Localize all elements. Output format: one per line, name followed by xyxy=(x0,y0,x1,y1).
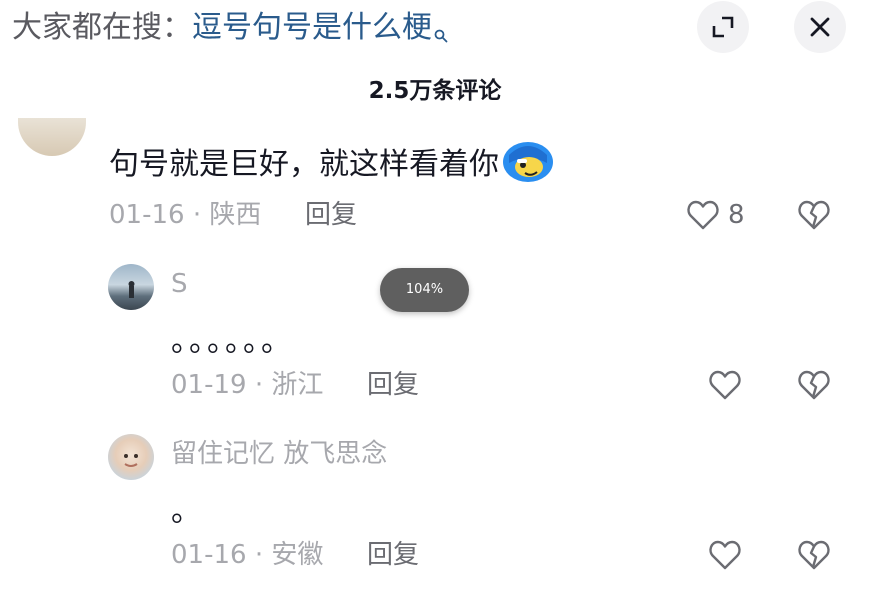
dislike-button[interactable] xyxy=(797,538,831,572)
meta-separator: · xyxy=(246,540,272,570)
zoom-indicator: 104% xyxy=(380,268,469,312)
search-icon xyxy=(434,12,448,43)
comment-text: 。。。。。。 xyxy=(171,324,294,359)
heart-icon xyxy=(686,200,720,236)
broken-heart-icon xyxy=(797,540,831,576)
username[interactable]: 留住记忆 放飞思念 xyxy=(171,436,387,472)
comment-date: 01-19 xyxy=(171,370,247,400)
comment-location: 陕西 xyxy=(209,200,262,230)
comment-meta: 01-16 · 陕西 xyxy=(109,197,261,233)
like-button[interactable] xyxy=(686,198,720,232)
heart-icon xyxy=(708,540,742,576)
emoji-sticker-icon xyxy=(501,137,555,194)
search-suggestion[interactable]: 大家都在搜：逗号句号是什么梗 xyxy=(12,6,448,50)
close-button[interactable] xyxy=(794,1,846,53)
avatar[interactable] xyxy=(18,118,86,156)
meta-separator: · xyxy=(246,370,272,400)
expand-button[interactable] xyxy=(697,1,749,53)
like-button[interactable] xyxy=(708,538,742,572)
close-icon xyxy=(808,15,832,39)
username[interactable]: S xyxy=(171,266,188,302)
reply-button[interactable]: 回复 xyxy=(367,537,419,573)
like-button[interactable] xyxy=(708,368,742,402)
meta-separator: · xyxy=(184,200,210,230)
like-count: 8 xyxy=(728,200,745,230)
comment-text: 。 xyxy=(171,494,201,529)
comment-count-title: 2.5万条评论 xyxy=(368,78,502,104)
expand-icon xyxy=(710,14,736,40)
dislike-button[interactable] xyxy=(797,368,831,402)
dislike-button[interactable] xyxy=(797,198,831,232)
reply-button[interactable]: 回复 xyxy=(305,197,357,233)
avatar[interactable] xyxy=(108,264,154,310)
comment-location: 安徽 xyxy=(271,540,324,570)
comment-meta: 01-16 · 安徽 xyxy=(171,537,323,573)
comment-date: 01-16 xyxy=(109,200,185,230)
comment-location: 浙江 xyxy=(271,370,324,400)
comment-meta: 01-19 · 浙江 xyxy=(171,367,323,403)
broken-heart-icon xyxy=(797,370,831,406)
search-suggestion-query[interactable]: 逗号句号是什么梗 xyxy=(192,10,432,45)
search-suggestion-prefix: 大家都在搜： xyxy=(12,10,192,45)
avatar[interactable] xyxy=(108,434,154,480)
broken-heart-icon xyxy=(797,200,831,236)
comment-text: 句号就是巨好，就这样看着你 xyxy=(109,137,555,194)
comment-date: 01-16 xyxy=(171,540,247,570)
heart-icon xyxy=(708,370,742,406)
reply-button[interactable]: 回复 xyxy=(367,367,419,403)
